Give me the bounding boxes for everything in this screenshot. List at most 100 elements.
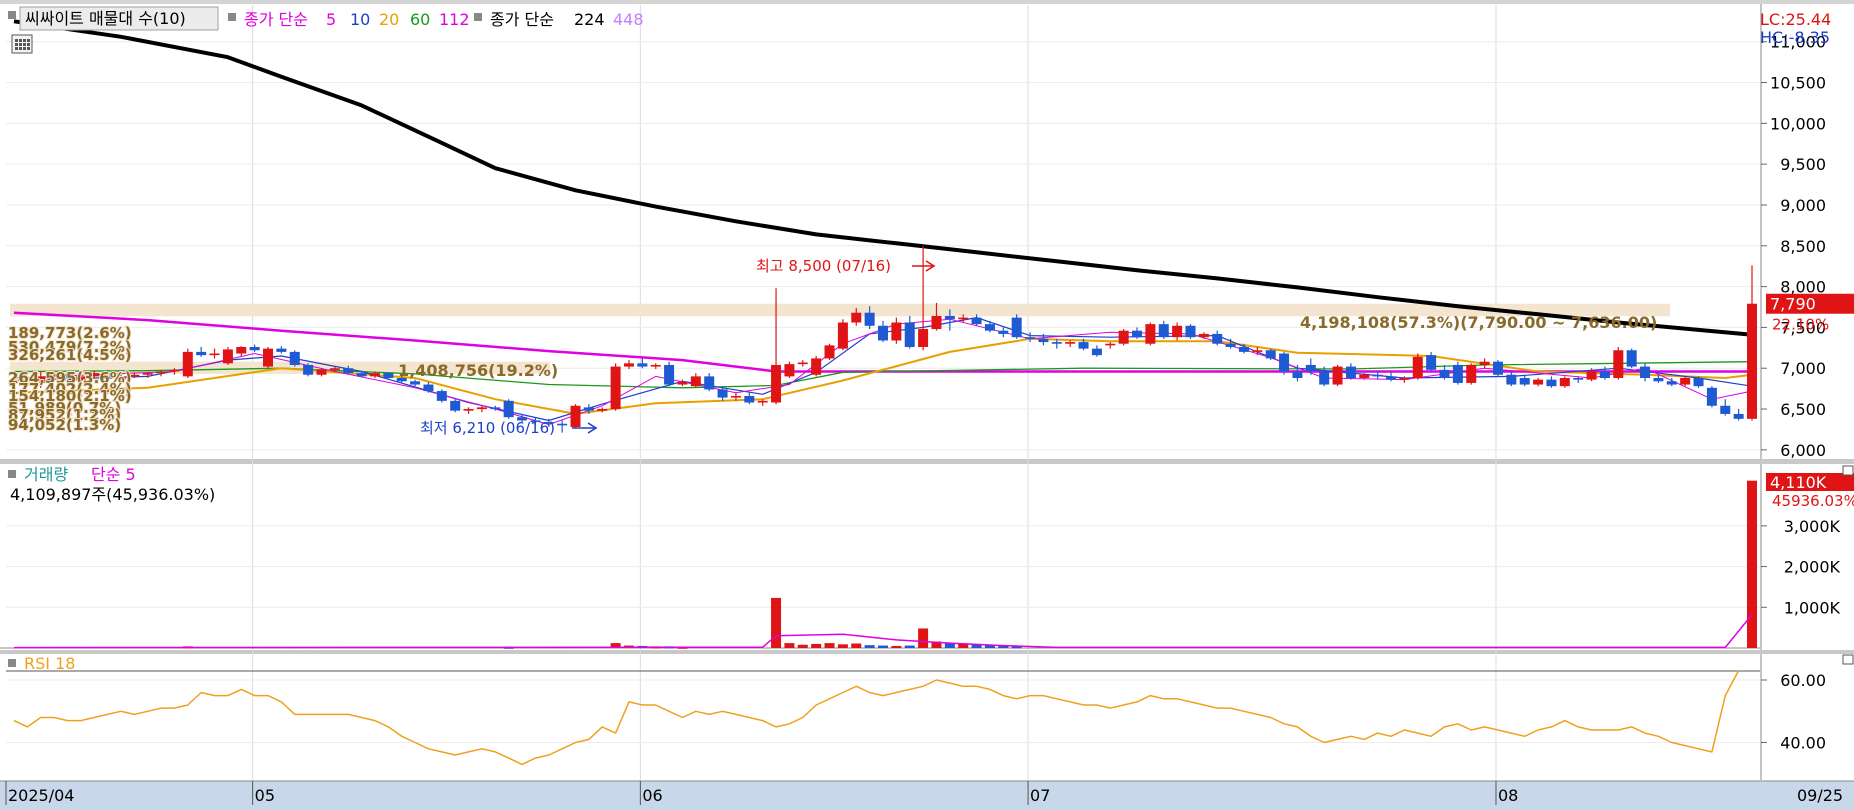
candle-body <box>971 317 982 325</box>
candle-body <box>383 373 394 379</box>
candle-body <box>1319 371 1330 385</box>
candle-body <box>1613 350 1624 379</box>
candle-body <box>1599 371 1610 379</box>
candle-body <box>1332 366 1343 385</box>
candle-body <box>476 407 487 410</box>
candle-body <box>1252 350 1263 352</box>
candle <box>1466 363 1477 385</box>
calculator-icon[interactable] <box>11 34 33 54</box>
chart-background <box>0 0 1854 810</box>
candle-body <box>1626 350 1637 367</box>
legend-bullet <box>8 659 16 667</box>
volume-legend-ma[interactable]: 단순 5 <box>91 465 136 484</box>
calculator-icon-cell <box>19 43 22 46</box>
candle-body <box>931 315 942 330</box>
calculator-icon-cell <box>27 43 30 46</box>
candle-body <box>1706 387 1717 406</box>
ma2-legend-period[interactable]: 448 <box>613 10 644 29</box>
volume-bar <box>918 628 929 648</box>
volume-axis-tick-label: 1,000K <box>1784 598 1841 617</box>
candle-body <box>864 312 875 326</box>
candle-body <box>209 353 220 356</box>
candle-body <box>169 369 180 372</box>
ma-legend-period[interactable]: 20 <box>379 10 399 29</box>
candle-body <box>730 395 741 398</box>
candle-body <box>1693 378 1704 387</box>
ma-legend-period[interactable]: 5 <box>326 10 336 29</box>
legend-bullet <box>8 11 16 19</box>
hc-label: HC:-8.35 <box>1760 28 1830 47</box>
low-annotation: 최저 6,210 (06/16) <box>420 419 555 437</box>
volume-profile-label: 94,052(1.3%) <box>8 416 121 434</box>
volume-info-label: 4,109,897주(45,936.03%) <box>10 485 215 504</box>
candle-body <box>597 409 608 411</box>
calculator-icon-cell <box>27 47 30 50</box>
candle-body <box>1172 325 1183 338</box>
candle-body <box>1145 324 1156 344</box>
ma-legend-period[interactable]: 10 <box>350 10 370 29</box>
candle-body <box>784 364 795 377</box>
calculator-icon-cell <box>23 47 26 50</box>
ma-legend-period[interactable]: 112 <box>439 10 470 29</box>
ma-legend-label[interactable]: 종가 단순 <box>244 10 308 29</box>
candle-body <box>1506 374 1517 385</box>
volume-bar <box>891 645 902 648</box>
candle <box>503 399 514 419</box>
candle-body <box>650 364 661 367</box>
candle-body <box>944 315 955 320</box>
candle-body <box>717 389 728 398</box>
volume-current-label: 4,110K <box>1770 473 1827 492</box>
candle <box>1332 364 1343 387</box>
volume-bar <box>851 643 862 648</box>
panel-close-icon[interactable] <box>1842 654 1854 665</box>
mp-legend-label[interactable]: 씨싸이트 매물대 수(10) <box>25 9 186 28</box>
candle-body <box>1733 413 1744 419</box>
ma2-legend-period[interactable]: 224 <box>574 10 605 29</box>
ma2-legend-label[interactable]: 종가 단순 <box>490 10 554 29</box>
candle-body <box>410 381 421 385</box>
candle-body <box>837 322 848 349</box>
candle-body <box>623 363 634 367</box>
candle-body <box>1466 364 1477 383</box>
candle-body <box>610 366 621 410</box>
x-axis-last-date: 09/25 <box>1797 786 1843 805</box>
top-legend: 씨싸이트 매물대 수(10) 종가 단순 5 10 20 60 112 종가 단순 224 448 <box>8 6 644 31</box>
price-axis-tick-label: 6,500 <box>1780 400 1826 419</box>
candle-body <box>1492 361 1503 375</box>
candle-body <box>1038 338 1049 343</box>
candle-body <box>1105 343 1116 346</box>
candle <box>1118 329 1129 346</box>
candle-body <box>463 409 474 411</box>
candle-body <box>236 346 247 354</box>
candle-body <box>1412 356 1423 379</box>
volume-bar <box>771 597 782 648</box>
candle-body <box>1359 374 1370 379</box>
rsi-legend-label[interactable]: RSI 18 <box>24 654 75 673</box>
candle-body <box>1091 348 1102 356</box>
legend-bullet <box>474 13 482 21</box>
candle-body <box>289 351 300 365</box>
x-axis-label: 07 <box>1030 786 1050 805</box>
candle <box>303 363 314 377</box>
volume-legend-label[interactable]: 거래량 <box>24 465 68 484</box>
candle-body <box>1292 371 1303 379</box>
candle <box>664 361 675 387</box>
candle-body <box>1279 353 1290 372</box>
volume-axis-tick-label: 3,000K <box>1784 517 1841 536</box>
panel-divider-volume-rsi[interactable] <box>0 650 1854 654</box>
candle-body <box>1666 381 1677 385</box>
x-axis-label: 06 <box>642 786 662 805</box>
candle-body <box>851 312 862 323</box>
price-axis-tick-label: 10,000 <box>1770 114 1826 133</box>
candle-body <box>1386 376 1397 380</box>
candle-body <box>316 369 327 375</box>
candle-body <box>343 368 354 374</box>
candle-body <box>1747 303 1757 419</box>
panel-divider-price-volume[interactable] <box>0 459 1854 464</box>
volume-axis-tick-label: 2,000K <box>1784 558 1841 577</box>
candle-body <box>824 345 835 359</box>
panel-close-icon[interactable] <box>1842 465 1854 476</box>
candle-body <box>1118 330 1129 344</box>
ma-legend-period[interactable]: 60 <box>410 10 430 29</box>
candle-body <box>182 351 193 377</box>
